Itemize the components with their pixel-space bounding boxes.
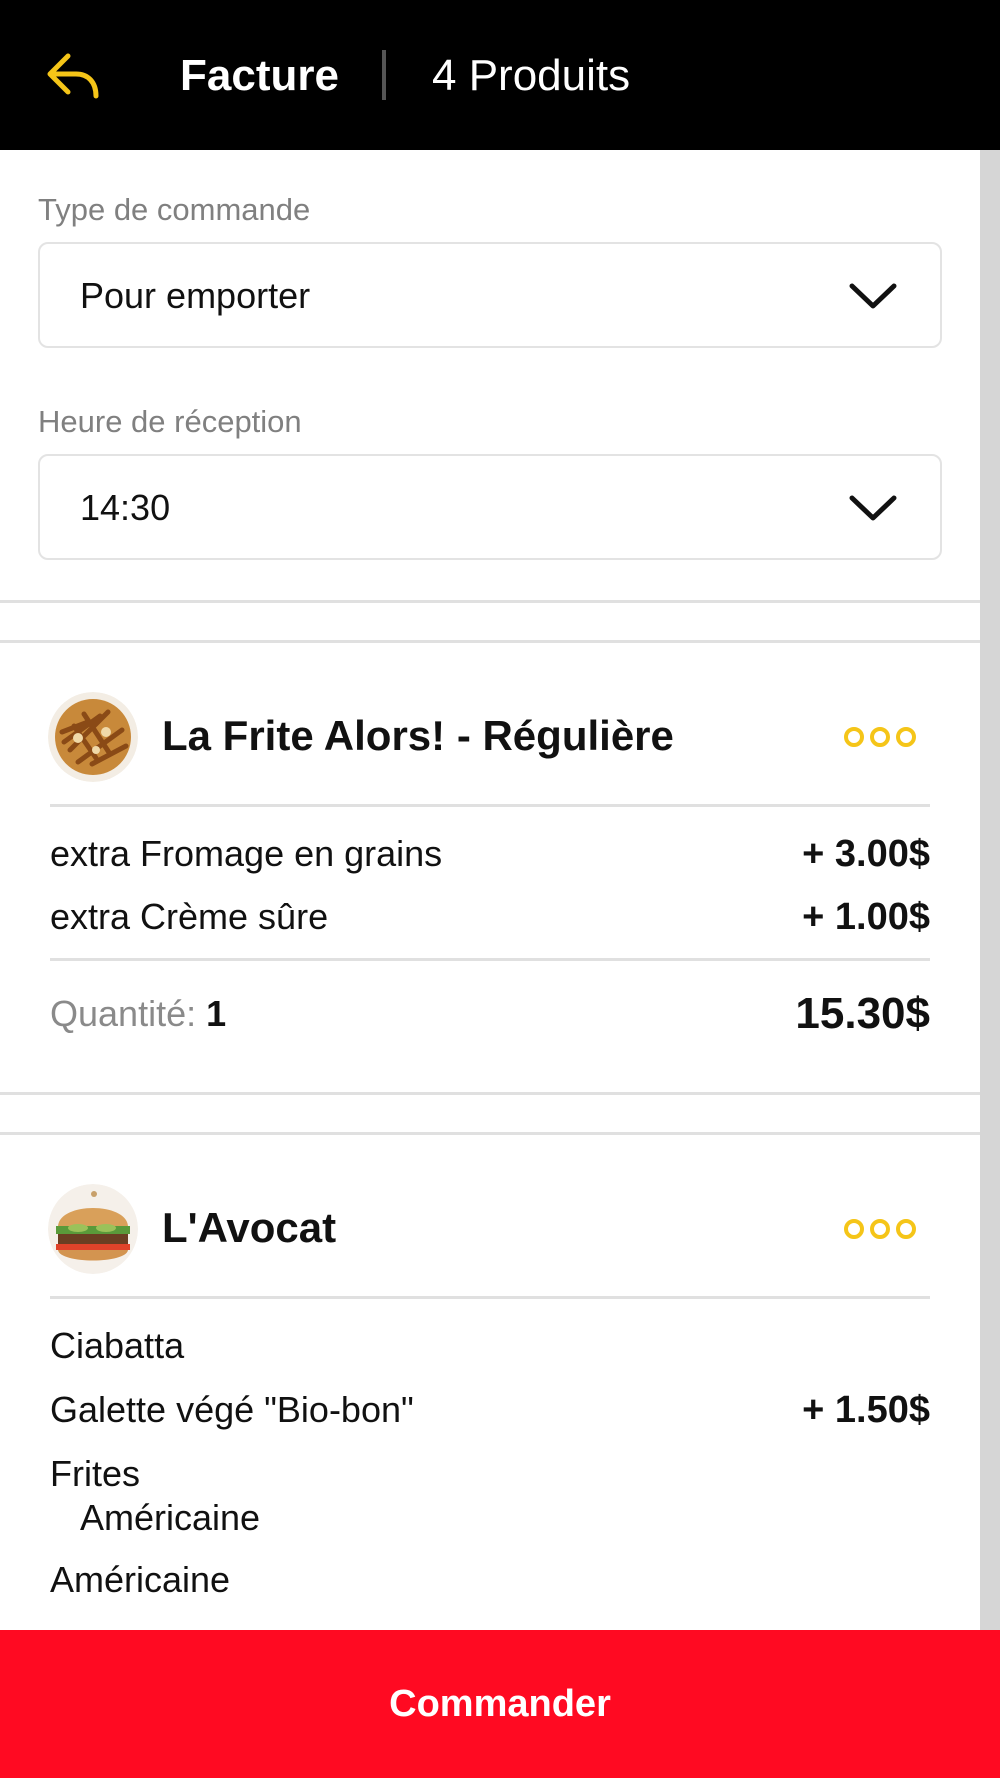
card-divider [50, 958, 930, 961]
product-name: L'Avocat [162, 1204, 337, 1251]
product-total: 15.30$ [795, 989, 930, 1038]
option-label: Ciabatta [50, 1325, 185, 1366]
product-image [48, 1184, 138, 1274]
quantity-value: 1 [206, 993, 227, 1034]
more-options-icon[interactable] [842, 1214, 922, 1244]
card-divider [50, 1296, 930, 1299]
chevron-down-icon [849, 495, 897, 521]
product-count: 4 Produits [432, 51, 631, 100]
order-type-select[interactable]: Pour emporter [38, 242, 942, 348]
page-title: Facture [180, 51, 339, 100]
top-bar: Facture 4 Produits [0, 0, 1000, 150]
section-divider [0, 600, 980, 603]
option-sub-label: Américaine [80, 1497, 261, 1538]
pickup-time-value: 14:30 [80, 487, 171, 528]
card-divider [50, 804, 930, 807]
more-options-icon[interactable] [842, 722, 922, 752]
product-name: La Frite Alors! - Régulière [162, 712, 674, 759]
pickup-time-label: Heure de réception [38, 404, 302, 439]
quantity-label: Quantité: [50, 993, 197, 1034]
pickup-time-select[interactable]: 14:30 [38, 454, 942, 560]
order-type-label: Type de commande [38, 192, 311, 227]
option-label: extra Crème sûre [50, 896, 329, 937]
section-divider [0, 1132, 980, 1135]
option-label: Galette végé "Bio-bon" [50, 1389, 414, 1430]
reply-arrow-icon[interactable] [46, 50, 102, 102]
chevron-down-icon [849, 283, 897, 309]
quantity: Quantité: 1 [50, 992, 226, 1036]
option-price: + 1.50$ [802, 1389, 930, 1431]
option-label: extra Fromage en grains [50, 833, 443, 874]
scrollbar[interactable] [980, 150, 1000, 1630]
order-type-value: Pour emporter [80, 275, 311, 316]
option-label: Frites [50, 1453, 140, 1494]
order-button[interactable]: Commander [0, 1630, 1000, 1778]
option-label: Américaine [50, 1559, 231, 1600]
option-price: + 3.00$ [802, 833, 930, 875]
product-image [48, 692, 138, 782]
section-divider [0, 1092, 980, 1095]
header-divider [382, 50, 386, 100]
option-price: + 1.00$ [802, 896, 930, 938]
section-divider [0, 640, 980, 643]
